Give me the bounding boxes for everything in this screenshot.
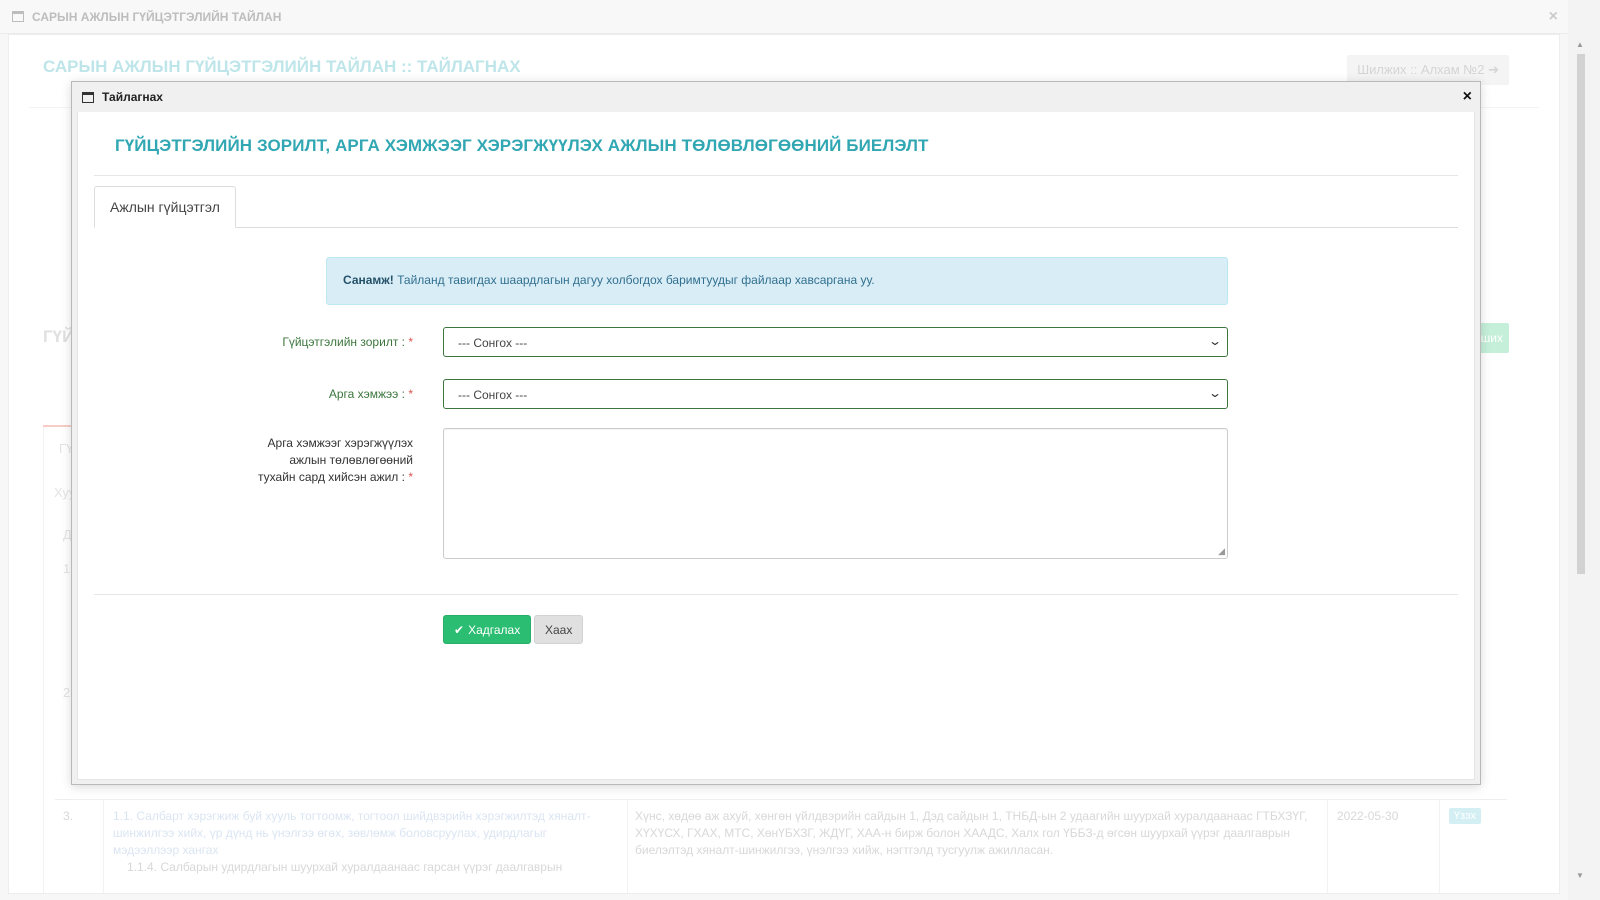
footer-divider — [94, 594, 1458, 595]
notice-alert: Санамж! Тайланд тавигдах шаардлагын дагу… — [326, 257, 1228, 305]
scroll-up-icon[interactable]: ▲ — [1576, 40, 1584, 49]
tab-work-performance[interactable]: Ажлын гүйцэтгэл — [94, 186, 236, 228]
save-button-label: Хадгалах — [468, 622, 521, 637]
modal-content: ГҮЙЦЭТГЭЛИЙН ЗОРИЛТ, АРГА ХЭМЖЭЭГ ХЭРЭГЖ… — [77, 112, 1475, 780]
modal-close-icon[interactable]: × — [1463, 88, 1472, 106]
modal-title: Тайлагнах — [102, 90, 163, 104]
scroll-down-icon[interactable]: ▼ — [1576, 871, 1584, 880]
measure-select-value: --- Сонгох --- — [458, 388, 528, 402]
goal-select-value: --- Сонгох --- — [458, 336, 528, 350]
report-modal: Тайлагнах × ГҮЙЦЭТГЭЛИЙН ЗОРИЛТ, АРГА ХЭ… — [71, 81, 1481, 785]
work-done-label-line3: тухайн сард хийсэн ажил : — [258, 470, 405, 484]
required-mark: * — [408, 387, 413, 401]
tab-bar: Ажлын гүйцэтгэл — [94, 186, 1458, 228]
close-button-label: Хаах — [545, 622, 573, 637]
vertical-scrollbar[interactable]: ▲ ▼ — [1576, 40, 1586, 880]
close-button[interactable]: Хаах — [534, 615, 584, 644]
chevron-down-icon: ⌄ — [1207, 334, 1223, 348]
chevron-down-icon: ⌄ — [1207, 386, 1223, 400]
measure-label-text: Арга хэмжээ : — [328, 387, 405, 401]
heading-divider — [94, 175, 1458, 176]
resize-handle-icon[interactable]: ◢ — [1218, 546, 1225, 557]
goal-label-text: Гүйцэтгэлийн зорилт : — [282, 335, 405, 349]
measure-select[interactable]: --- Сонгох --- ⌄ — [443, 379, 1228, 409]
check-icon: ✔ — [454, 622, 465, 637]
modal-titlebar: Тайлагнах × — [72, 82, 1480, 112]
work-done-label-line1: Арга хэмжээг хэрэгжүүлэх — [267, 436, 413, 450]
save-button[interactable]: ✔ Хадгалах — [443, 615, 532, 644]
window-icon — [82, 91, 94, 103]
alert-text: Тайланд тавигдах шаардлагын дагуу холбог… — [393, 273, 875, 287]
goal-select[interactable]: --- Сонгох --- ⌄ — [443, 327, 1228, 357]
required-mark: * — [408, 470, 413, 484]
goal-label: Гүйцэтгэлийн зорилт : * — [282, 334, 413, 351]
alert-title: Санамж! — [343, 273, 394, 287]
form-heading: ГҮЙЦЭТГЭЛИЙН ЗОРИЛТ, АРГА ХЭМЖЭЭГ ХЭРЭГЖ… — [115, 136, 929, 155]
work-done-label-line2: ажлын төлөвлөгөөний — [289, 453, 413, 467]
required-mark: * — [408, 335, 413, 349]
work-done-textarea[interactable]: ◢ — [443, 428, 1228, 559]
scroll-thumb[interactable] — [1577, 54, 1585, 574]
measure-label: Арга хэмжээ : * — [329, 386, 413, 403]
work-done-label: Арга хэмжээг хэрэгжүүлэх ажлын төлөвлөгө… — [258, 435, 413, 486]
